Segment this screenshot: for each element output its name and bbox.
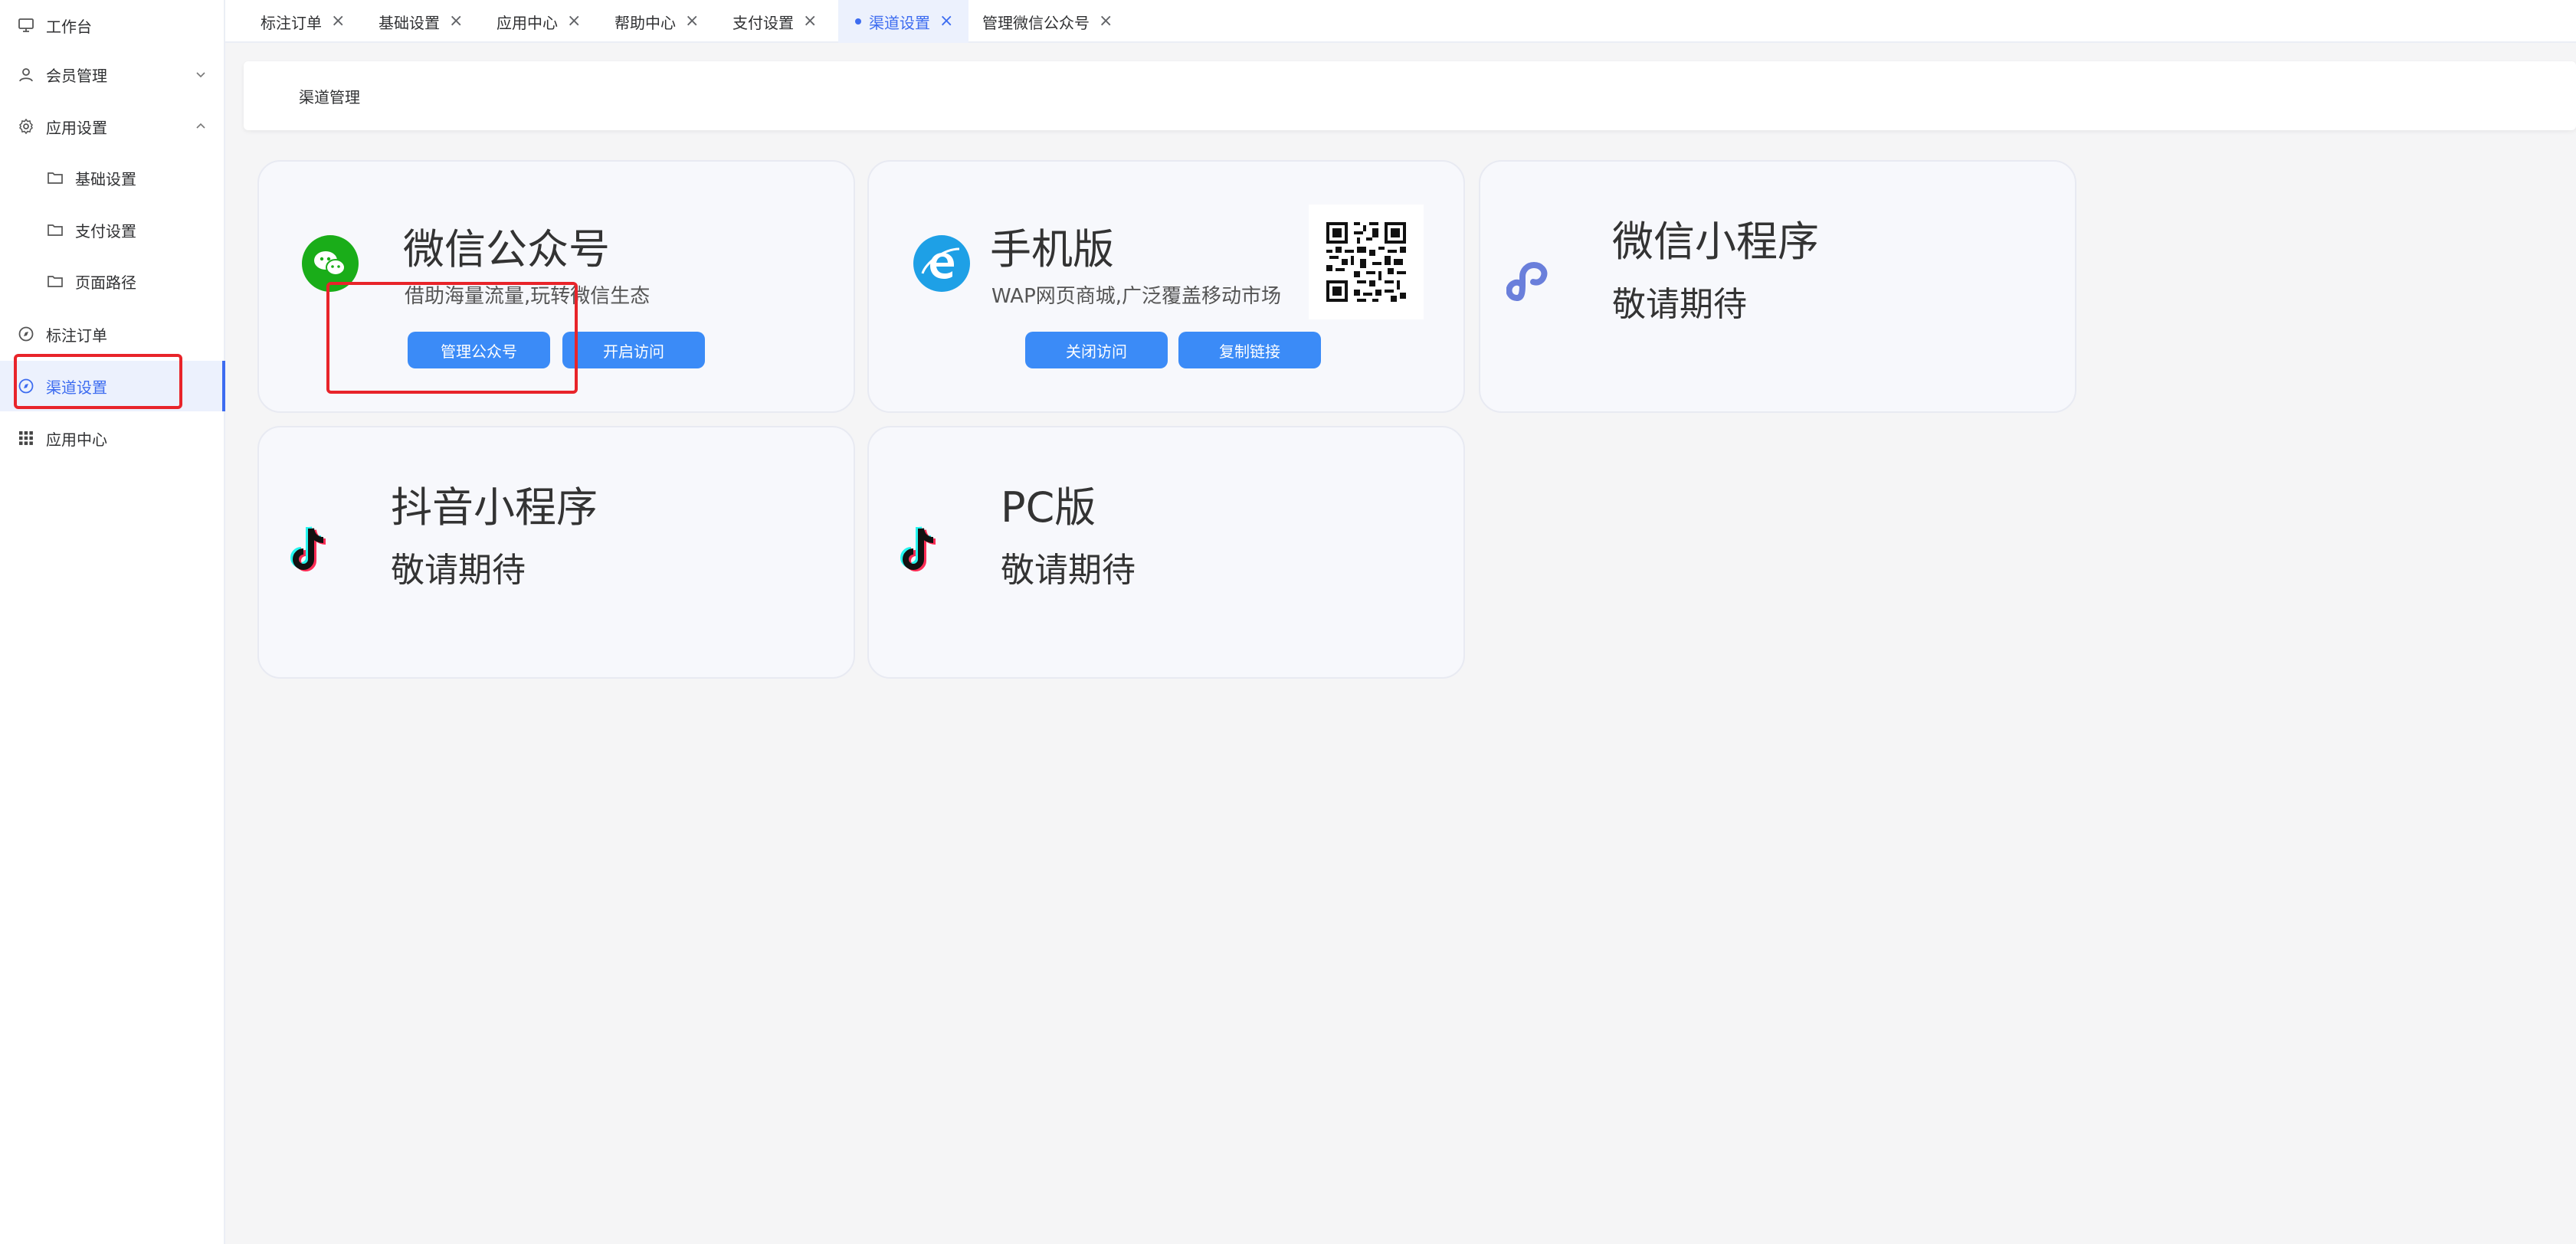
- sidebar-item-dashboard[interactable]: 工作台: [0, 0, 224, 51]
- qr-code-icon: [1326, 222, 1406, 302]
- sidebar-item-channel-settings[interactable]: 渠道设置: [0, 361, 225, 411]
- tab-label: 应用中心: [497, 13, 558, 32]
- sidebar-item-label: 基础设置: [75, 169, 136, 188]
- close-icon[interactable]: ×: [1099, 13, 1113, 30]
- tab-label: 管理微信公众号: [982, 13, 1090, 32]
- sidebar-item-payment-settings[interactable]: 支付设置: [0, 205, 224, 255]
- coming-soon-label: 敬请期待: [1001, 551, 1136, 590]
- card-pc: PC版 敬请期待: [867, 426, 1465, 679]
- card-title: PC版: [1001, 483, 1096, 532]
- disable-access-button[interactable]: 关闭访问: [1025, 332, 1168, 368]
- sidebar-item-label: 页面路径: [75, 273, 136, 292]
- card-title: 抖音小程序: [391, 483, 598, 532]
- enable-access-button[interactable]: 开启访问: [562, 332, 705, 368]
- copy-link-button[interactable]: 复制链接: [1178, 332, 1321, 368]
- ie-browser-icon: [913, 235, 970, 295]
- sidebar-item-label: 支付设置: [75, 221, 136, 241]
- sidebar-item-app-settings[interactable]: 应用设置: [0, 101, 224, 152]
- chevron-up-icon: [196, 123, 205, 129]
- sidebar-item-page-paths[interactable]: 页面路径: [0, 256, 224, 306]
- page-title: 渠道管理: [299, 87, 360, 106]
- card-wechat-official: 微信公众号 借助海量流量,玩转微信生态 管理公众号 开启访问: [257, 160, 855, 413]
- mini-program-icon: [1506, 258, 1555, 315]
- tab-manage-wechat-official[interactable]: 管理微信公众号 ×: [965, 0, 1128, 43]
- tab-help-center[interactable]: 帮助中心 ×: [579, 0, 714, 43]
- card-mobile: 手机版 WAP网页商城,广泛覆盖移动市场 关闭访问 复制链接: [867, 160, 1465, 413]
- tab-label: 渠道设置: [869, 13, 930, 32]
- tab-bar: 标注订单 × 基础设置 × 应用中心 × 帮助中心 × 支付设置 × 渠道设置 …: [225, 0, 2576, 43]
- sidebar-item-members[interactable]: 会员管理: [0, 49, 224, 100]
- sidebar: 工作台 会员管理 应用设置 基础设置 支付设置 页面路径 标注订单 渠道设置 应…: [0, 0, 225, 1244]
- active-dot: [855, 18, 861, 25]
- sidebar-item-label: 应用中心: [46, 430, 107, 449]
- sidebar-item-label: 标注订单: [46, 326, 107, 345]
- folder-icon: [46, 221, 64, 239]
- grid-icon: [17, 429, 35, 447]
- coming-soon-label: 敬请期待: [1612, 285, 1747, 324]
- compass-icon: [17, 325, 35, 343]
- tab-label: 支付设置: [732, 13, 794, 32]
- tab-label: 基础设置: [379, 13, 440, 32]
- chevron-down-icon: [196, 72, 205, 78]
- sidebar-item-basic-settings[interactable]: 基础设置: [0, 152, 224, 203]
- coming-soon-label: 敬请期待: [391, 551, 526, 590]
- tiktok-icon: [285, 524, 334, 582]
- gear-icon: [17, 117, 35, 136]
- tab-label: 标注订单: [261, 13, 322, 32]
- card-description: 借助海量流量,玩转微信生态: [405, 285, 651, 308]
- sidebar-item-label: 工作台: [46, 17, 92, 36]
- card-title: 微信小程序: [1612, 218, 1819, 266]
- page-header: 渠道管理: [244, 61, 2576, 130]
- sidebar-item-app-center[interactable]: 应用中心: [0, 413, 224, 463]
- close-icon[interactable]: ×: [803, 13, 817, 30]
- tab-label: 帮助中心: [615, 13, 676, 32]
- wechat-icon: [302, 235, 359, 295]
- tab-app-center[interactable]: 应用中心 ×: [461, 0, 596, 43]
- card-title: 手机版: [990, 225, 1114, 273]
- qr-code: [1309, 205, 1424, 319]
- tab-basic-settings[interactable]: 基础设置 ×: [343, 0, 478, 43]
- sidebar-item-label: 应用设置: [46, 118, 107, 137]
- close-icon[interactable]: ×: [939, 13, 953, 30]
- card-description: WAP网页商城,广泛覆盖移动市场: [991, 285, 1282, 308]
- sidebar-item-labeled-orders[interactable]: 标注订单: [0, 309, 224, 359]
- sidebar-item-label: 渠道设置: [46, 378, 107, 397]
- monitor-icon: [17, 16, 35, 34]
- user-icon: [17, 65, 35, 83]
- card-title: 微信公众号: [403, 225, 610, 273]
- card-douyin: 抖音小程序 敬请期待: [257, 426, 855, 679]
- tab-channel-settings[interactable]: 渠道设置 ×: [838, 0, 969, 43]
- tab-labeled-orders[interactable]: 标注订单 ×: [225, 0, 360, 43]
- folder-icon: [46, 169, 64, 187]
- sidebar-item-label: 会员管理: [46, 66, 107, 85]
- compass-icon: [17, 377, 35, 395]
- tiktok-icon: [895, 524, 944, 582]
- folder-icon: [46, 272, 64, 290]
- tab-payment-settings[interactable]: 支付设置 ×: [697, 0, 832, 43]
- manage-official-account-button[interactable]: 管理公众号: [408, 332, 550, 368]
- card-mini-program: 微信小程序 敬请期待: [1479, 160, 2076, 413]
